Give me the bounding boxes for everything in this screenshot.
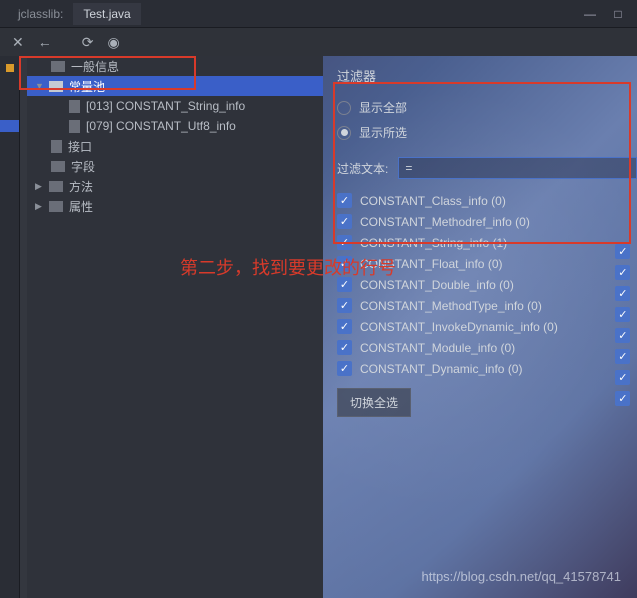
check-label: CONSTANT_String_info (1) (360, 236, 507, 250)
filter-text-input[interactable] (398, 157, 637, 179)
check-row-col2-3[interactable]: ✓C (615, 307, 637, 322)
check-icon: ✓ (337, 298, 352, 313)
tree-panel: 一般信息 ▼ 常量池 [013] CONSTANT_String_info [0… (27, 56, 323, 598)
tree-item-079[interactable]: [079] CONSTANT_Utf8_info (27, 116, 323, 136)
check-icon: ✓ (615, 286, 630, 301)
check-row-7[interactable]: ✓ CONSTANT_Module_info (0) (337, 340, 637, 355)
check-row-col2-0[interactable]: ✓C (615, 244, 637, 259)
check-icon: ✓ (337, 340, 352, 355)
tree-label: 方法 (69, 178, 93, 195)
check-icon: ✓ (615, 349, 630, 364)
check-icon: ✓ (337, 319, 352, 334)
tree-label: [013] CONSTANT_String_info (86, 99, 245, 113)
check-icon: ✓ (615, 307, 630, 322)
radio-icon (337, 126, 351, 140)
check-row-col2-2[interactable]: ✓C (615, 286, 637, 301)
check-label: CONSTANT_Float_info (0) (360, 257, 502, 271)
chevron-down-icon: ▼ (35, 81, 43, 91)
check-label: CONSTANT_Dynamic_info (0) (360, 362, 522, 376)
filter-panel: 过滤器 显示全部 显示所选 过滤文本: ✓ CONSTANT_Class_info… (323, 56, 637, 598)
close-icon[interactable]: ✕ (12, 34, 24, 51)
check-row-col2-1[interactable]: ✓C (615, 265, 637, 280)
marker-icon (6, 64, 14, 72)
filter-text-label: 过滤文本: (337, 160, 388, 177)
check-label: CONSTANT_Methodref_info (0) (360, 215, 530, 229)
check-label: CONSTANT_MethodType_info (0) (360, 299, 542, 313)
check-icon: ✓ (337, 256, 352, 271)
maximize-button[interactable]: □ (607, 5, 629, 23)
check-icon: ✓ (615, 328, 630, 343)
tab-test-java[interactable]: Test.java (73, 3, 140, 25)
tree-item-methods[interactable]: ▶ 方法 (27, 176, 323, 196)
tree-item-interface[interactable]: 接口 (27, 136, 323, 156)
check-row-8[interactable]: ✓ CONSTANT_Dynamic_info (0) (337, 361, 637, 376)
check-label: CONSTANT_Double_info (0) (360, 278, 514, 292)
tree-label: 常量池 (69, 78, 105, 95)
check-label: CONSTANT_InvokeDynamic_info (0) (360, 320, 558, 334)
check-row-3[interactable]: ✓ CONSTANT_Float_info (0) (337, 256, 637, 271)
tree-item-constant-pool[interactable]: ▼ 常量池 (27, 76, 323, 96)
check-icon: ✓ (337, 193, 352, 208)
folder-icon (49, 181, 63, 192)
check-label: CONSTANT_Class_info (0) (360, 194, 506, 208)
radio-label: 显示全部 (359, 99, 407, 116)
radio-label: 显示所选 (359, 124, 407, 141)
check-row-4[interactable]: ✓ CONSTANT_Double_info (0) (337, 277, 637, 292)
tree-label: [079] CONSTANT_Utf8_info (86, 119, 236, 133)
check-icon: ✓ (615, 391, 630, 406)
check-icon: ✓ (337, 361, 352, 376)
tree-item-013[interactable]: [013] CONSTANT_String_info (27, 96, 323, 116)
radio-icon (337, 101, 351, 115)
gutter (0, 56, 20, 598)
toolbar: ✕ ← ⟳ ◉ (0, 28, 637, 56)
check-row-col2-5[interactable]: ✓C (615, 349, 637, 364)
toggle-all-button[interactable]: 切换全选 (337, 388, 411, 417)
file-icon (69, 100, 80, 113)
radio-show-all[interactable]: 显示全部 (337, 99, 637, 116)
tree-item-fields[interactable]: 字段 (27, 156, 323, 176)
chevron-right-icon: ▶ (35, 181, 43, 192)
check-row-5[interactable]: ✓ CONSTANT_MethodType_info (0) (337, 298, 637, 313)
refresh-icon[interactable]: ⟳ (82, 34, 94, 51)
check-row-1[interactable]: ✓ CONSTANT_Methodref_info (0) (337, 214, 637, 229)
filter-title: 过滤器 (337, 66, 637, 85)
check-row-col2-4[interactable]: ✓C (615, 328, 637, 343)
back-icon[interactable]: ← (38, 34, 52, 50)
tree-label: 一般信息 (71, 58, 119, 75)
file-icon (51, 140, 62, 153)
chevron-right-icon: ▶ (35, 201, 43, 212)
check-icon: ✓ (337, 214, 352, 229)
tree-label: 字段 (71, 158, 95, 175)
tree-item-general[interactable]: 一般信息 (27, 56, 323, 76)
check-row-6[interactable]: ✓ CONSTANT_InvokeDynamic_info (0) (337, 319, 637, 334)
check-icon: ✓ (337, 235, 352, 250)
tab-bar: jclasslib: Test.java — □ (0, 0, 637, 28)
watermark: https://blog.csdn.net/qq_41578741 (422, 569, 622, 584)
check-icon: ✓ (337, 277, 352, 292)
check-icon: ✓ (615, 244, 630, 259)
globe-icon[interactable]: ◉ (107, 34, 119, 51)
check-row-2[interactable]: ✓ CONSTANT_String_info (1) (337, 235, 637, 250)
folder-icon (51, 161, 65, 172)
minimize-button[interactable]: — (579, 5, 601, 23)
folder-icon (51, 61, 65, 72)
check-row-0[interactable]: ✓ CONSTANT_Class_info (0) (337, 193, 637, 208)
tree-label: 接口 (68, 138, 92, 155)
check-icon: ✓ (615, 370, 630, 385)
check-row-col2-6[interactable]: ✓C (615, 370, 637, 385)
file-icon (69, 120, 80, 133)
radio-show-selected[interactable]: 显示所选 (337, 124, 637, 141)
folder-icon (49, 201, 63, 212)
folder-icon (49, 81, 63, 92)
tree-label: 属性 (69, 198, 93, 215)
check-icon: ✓ (615, 265, 630, 280)
tab-jclasslib[interactable]: jclasslib: (8, 3, 73, 25)
tree-item-attributes[interactable]: ▶ 属性 (27, 196, 323, 216)
check-label: CONSTANT_Module_info (0) (360, 341, 515, 355)
check-row-col2-7[interactable]: ✓C (615, 391, 637, 406)
